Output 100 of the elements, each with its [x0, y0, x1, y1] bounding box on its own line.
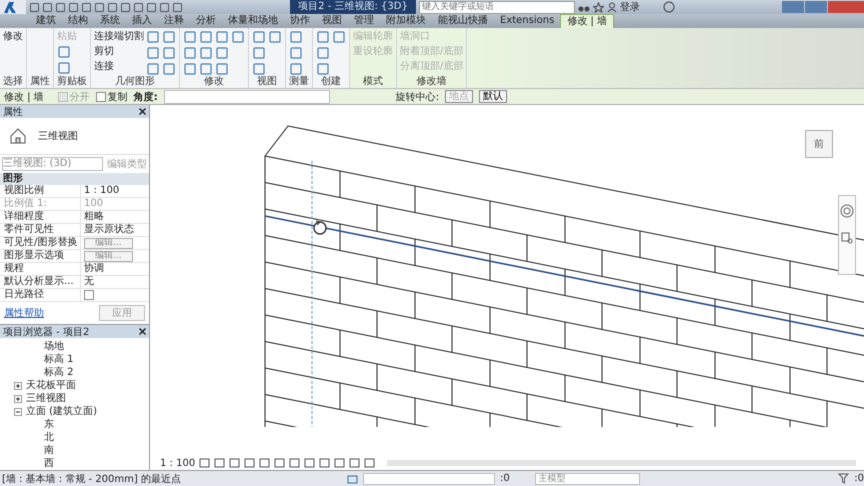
tool-icon[interactable]	[316, 46, 330, 60]
view-control-icon[interactable]	[259, 458, 270, 468]
filter-icon[interactable]	[838, 473, 850, 484]
zoom-icon[interactable]	[841, 232, 853, 244]
view-control-icon[interactable]	[229, 458, 240, 468]
group-header[interactable]: 图形	[0, 173, 149, 185]
tool-icon[interactable]	[289, 62, 303, 76]
property-value[interactable]: 1 : 100	[84, 185, 120, 197]
property-value[interactable]: 协调	[84, 263, 104, 275]
rotate-icon[interactable]	[313, 220, 327, 235]
search-field[interactable]: 键入关键字或短语	[418, 0, 575, 14]
ribbon-tab[interactable]: 插入	[126, 14, 158, 28]
toolbar-icon[interactable]	[94, 2, 105, 12]
tree-item[interactable]: 标高 1	[0, 353, 149, 366]
ribbon-tab[interactable]: 附加模块	[380, 14, 432, 28]
tool-icon[interactable]	[215, 62, 229, 76]
expand-toggle-icon[interactable]	[14, 394, 22, 402]
tool-icon[interactable]	[215, 46, 229, 60]
tool-icon[interactable]	[231, 30, 245, 44]
ribbon-tab[interactable]: 修改 | 墙	[560, 14, 614, 28]
tree-item[interactable]: 立面 (建筑立面)	[26, 405, 97, 418]
close-icon[interactable]	[139, 108, 146, 115]
view-control-icon[interactable]	[319, 458, 330, 468]
view-control-icon[interactable]	[364, 458, 376, 468]
view-control-icon[interactable]	[304, 458, 316, 468]
tool-icon[interactable]	[332, 30, 346, 44]
toolbar-icon[interactable]	[146, 2, 157, 12]
tool-icon[interactable]	[57, 61, 71, 75]
user-icon[interactable]	[606, 2, 617, 12]
toolbar-icon[interactable]	[159, 2, 170, 12]
view-control-icon[interactable]	[289, 458, 300, 468]
tool-icon[interactable]	[162, 46, 176, 60]
type-selector-dropdown[interactable]: 三维视图: (3D)	[2, 157, 103, 171]
tool-icon[interactable]	[252, 30, 266, 44]
workset-icon[interactable]	[347, 473, 358, 484]
help-icon[interactable]	[662, 1, 675, 13]
ribbon-tab[interactable]: 系统	[94, 14, 126, 28]
tree-item[interactable]: 三维视图	[26, 392, 66, 405]
tool-icon[interactable]	[215, 30, 229, 44]
ribbon-tab[interactable]: 管理	[348, 14, 380, 28]
property-value[interactable]: 显示原状态	[84, 224, 134, 236]
close-icon[interactable]	[139, 328, 146, 335]
property-value[interactable]: 粗略	[84, 211, 104, 223]
view-control-icon[interactable]	[244, 458, 256, 468]
ribbon-tab[interactable]: 体量和场地	[222, 14, 284, 28]
tool-icon[interactable]	[162, 30, 176, 44]
tool-icon[interactable]	[162, 62, 176, 76]
toolbar-icon[interactable]	[42, 2, 53, 12]
ribbon-tab[interactable]: 能视山快播	[432, 14, 494, 28]
sign-in-link[interactable]: 登录	[620, 0, 640, 14]
tool-icon[interactable]	[252, 62, 266, 76]
scale-label[interactable]: 1 : 100	[160, 458, 196, 468]
tree-item[interactable]: 场地	[0, 340, 149, 353]
tree-item[interactable]: 南	[0, 444, 149, 457]
view-control-icon[interactable]	[274, 458, 286, 468]
tree-item[interactable]: 北	[0, 431, 149, 444]
viewcube[interactable]: 前	[805, 130, 833, 158]
navigation-bar[interactable]	[838, 195, 856, 275]
tool-icon[interactable]	[146, 46, 160, 60]
tool-icon[interactable]	[183, 30, 197, 44]
tree-item[interactable]: 东	[0, 418, 149, 431]
app-logo-icon[interactable]	[0, 0, 26, 14]
ribbon-tab[interactable]: 分析	[190, 14, 222, 28]
tool-icon[interactable]	[252, 46, 266, 60]
toolbar-icon[interactable]	[107, 2, 118, 12]
ribbon-tool[interactable]: 剪切	[94, 45, 144, 58]
toolbar-icon[interactable]	[29, 2, 40, 12]
toolbar-icon[interactable]	[81, 2, 92, 12]
ribbon-tab[interactable]: Extensions	[494, 14, 560, 28]
tool-icon[interactable]	[199, 46, 213, 60]
help-link[interactable]: 属性帮助	[4, 306, 44, 320]
tree-item[interactable]: 标高 2	[0, 366, 149, 379]
ribbon-tool[interactable]: 连接	[94, 60, 144, 73]
ribbon-tab[interactable]: 注释	[158, 14, 190, 28]
ribbon-tab[interactable]: 建筑	[30, 14, 62, 28]
tool-icon[interactable]	[183, 46, 197, 60]
tool-icon[interactable]	[146, 62, 160, 76]
checkbox[interactable]	[96, 92, 106, 102]
tool-icon[interactable]	[183, 62, 197, 76]
toolbar-icon[interactable]	[133, 2, 144, 12]
angle-field[interactable]	[164, 90, 330, 104]
default-button[interactable]: 默认	[479, 90, 508, 103]
tool-icon[interactable]	[199, 30, 213, 44]
tool-icon[interactable]	[146, 30, 160, 44]
view-control-icon[interactable]	[349, 458, 360, 468]
toolbar-icon[interactable]	[172, 2, 183, 12]
model-dropdown[interactable]: 主模型	[534, 472, 640, 484]
expand-toggle-icon[interactable]	[14, 382, 22, 390]
tool-icon[interactable]	[199, 62, 213, 76]
view-control-icon[interactable]	[334, 458, 346, 468]
star-icon[interactable]	[592, 2, 604, 12]
selected-wall-line[interactable]	[264, 215, 864, 337]
tree-item[interactable]: 西	[0, 457, 149, 470]
toolbar-icon[interactable]	[55, 2, 66, 12]
tool-icon[interactable]	[289, 30, 303, 44]
tree-item[interactable]: 天花板平面	[26, 379, 76, 392]
tool-icon[interactable]	[316, 30, 330, 44]
wheel-icon[interactable]	[840, 204, 854, 218]
view-control-icon[interactable]	[214, 458, 226, 468]
view-control-icon[interactable]	[199, 458, 210, 468]
